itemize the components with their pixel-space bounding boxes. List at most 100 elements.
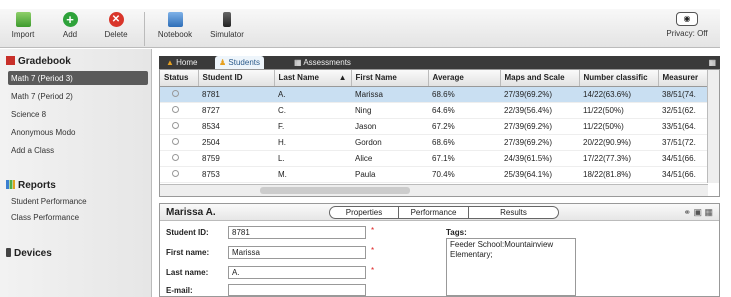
sidebar: Gradebook Math 7 (Period 3) Math 7 (Peri… xyxy=(0,49,152,297)
notebook-button[interactable]: Notebook xyxy=(153,12,197,39)
sidebar-item-math7-p2[interactable]: Math 7 (Period 2) xyxy=(11,92,73,101)
cell-number-classification: 17/22(77.3%) xyxy=(579,150,658,167)
sidebar-item-add-class[interactable]: Add a Class xyxy=(11,146,54,155)
sidebar-item-class-performance[interactable]: Class Performance xyxy=(11,213,79,222)
table-row[interactable]: 8534 F. Jason 67.2% 27/39(69.2%) 11/22(5… xyxy=(160,118,708,135)
gradebook-title: Gradebook xyxy=(18,56,71,67)
cell-last-name: F. xyxy=(274,118,351,135)
horizontal-scroll-thumb[interactable] xyxy=(260,187,410,194)
cell-measurement: 38/51(74. xyxy=(658,86,708,103)
col-maps-scale[interactable]: Maps and Scale xyxy=(500,70,580,87)
import-label: Import xyxy=(11,30,35,39)
eye-icon: ◉ xyxy=(676,12,698,26)
detail-student-name: Marissa A. xyxy=(166,207,216,218)
main-panel: ▲ Home ♟ Students ▦ Assessments ▦ Status xyxy=(159,49,720,297)
cell-student-id: 2504 xyxy=(198,134,274,151)
cell-first-name: Alice xyxy=(351,150,428,167)
main-toolbar: Import + Add ✕ Delete Notebook Simulator… xyxy=(0,9,720,48)
student-id-label: Student ID: xyxy=(166,228,209,237)
cell-last-name: L. xyxy=(274,150,351,167)
col-average[interactable]: Average xyxy=(428,70,501,87)
students-icon: ♟ xyxy=(219,58,227,67)
grid-view-icon[interactable]: ▦ xyxy=(708,58,716,67)
table-header-row: Status Student ID Last Name ▲ First Name… xyxy=(160,70,709,87)
tab-students[interactable]: ♟ Students xyxy=(215,56,264,69)
cell-maps-scale: 27/39(69.2%) xyxy=(500,86,579,103)
assessments-icon: ▦ xyxy=(294,58,302,67)
reports-section[interactable]: Reports xyxy=(6,180,56,191)
cell-number-classification: 11/22(50%) xyxy=(579,118,658,135)
table-row[interactable]: 8753 M. Paula 70.4% 25/39(64.1%) 18/22(8… xyxy=(160,166,708,183)
cell-average: 68.6% xyxy=(428,86,500,103)
delete-button[interactable]: ✕ Delete xyxy=(96,12,136,39)
tab-home[interactable]: ▲ Home xyxy=(162,56,202,69)
simulator-icon xyxy=(223,12,231,27)
table-row[interactable]: 8759 L. Alice 67.1% 24/39(61.5%) 17/22(7… xyxy=(160,150,708,167)
table-row[interactable]: 8727 C. Ning 64.6% 22/39(56.4%) 11/22(50… xyxy=(160,102,708,119)
notebook-icon xyxy=(167,12,183,27)
cell-first-name: Gordon xyxy=(351,134,428,151)
sidebar-item-science8[interactable]: Science 8 xyxy=(11,110,46,119)
simulator-button[interactable]: Simulator xyxy=(205,12,249,39)
cell-average: 70.4% xyxy=(428,166,500,183)
import-button[interactable]: Import xyxy=(3,12,43,39)
sidebar-item-student-performance[interactable]: Student Performance xyxy=(11,197,87,206)
tab-assessments[interactable]: ▦ Assessments xyxy=(290,56,355,69)
tab-results[interactable]: Results xyxy=(469,206,559,219)
cell-number-classification: 11/22(50%) xyxy=(579,102,658,119)
cell-average: 68.6% xyxy=(428,134,500,151)
tab-home-label: Home xyxy=(176,58,198,67)
tags-field[interactable]: Feeder School:Mountainview Elementary; xyxy=(446,238,576,296)
toolbar-divider xyxy=(144,12,145,46)
first-name-field[interactable]: Marissa xyxy=(228,246,366,259)
required-marker: * xyxy=(371,266,375,275)
add-label: Add xyxy=(62,30,78,39)
col-last-name[interactable]: Last Name ▲ xyxy=(274,70,352,87)
tab-students-label: Students xyxy=(228,58,260,67)
tab-bar: ▲ Home ♟ Students ▦ Assessments ▦ xyxy=(159,56,720,69)
last-name-field[interactable]: A. xyxy=(228,266,366,279)
cell-first-name: Paula xyxy=(351,166,428,183)
tab-performance[interactable]: Performance xyxy=(399,206,469,219)
cell-student-id: 8781 xyxy=(198,86,274,103)
cell-maps-scale: 22/39(56.4%) xyxy=(500,102,579,119)
bar-chart-icon xyxy=(6,180,15,189)
email-field[interactable] xyxy=(228,284,366,296)
cell-number-classification: 18/22(81.8%) xyxy=(579,166,658,183)
last-name-label: Last name: xyxy=(166,268,209,277)
sidebar-item-math7-p3[interactable]: Math 7 (Period 3) xyxy=(11,74,73,83)
table-horizontal-scrollbar[interactable] xyxy=(160,184,708,196)
col-student-id[interactable]: Student ID xyxy=(198,70,275,87)
cell-maps-scale: 27/39(69.2%) xyxy=(500,118,579,135)
cell-maps-scale: 25/39(64.1%) xyxy=(500,166,579,183)
tab-properties[interactable]: Properties xyxy=(329,206,399,219)
col-status[interactable]: Status xyxy=(160,70,199,87)
cell-last-name: A. xyxy=(274,86,351,103)
cell-measurement: 37/51(72. xyxy=(658,134,708,151)
col-measurement[interactable]: Measurer xyxy=(658,70,709,87)
detail-action-icons[interactable]: ⚭ ▣ ▦ xyxy=(683,207,713,218)
sidebar-item-anonymous-modo[interactable]: Anonymous Modo xyxy=(11,128,75,137)
privacy-button[interactable]: ◉ Privacy: Off xyxy=(660,12,714,38)
cell-measurement: 34/51(66. xyxy=(658,166,708,183)
sort-asc-icon: ▲ xyxy=(338,73,347,83)
col-number-classification[interactable]: Number classific xyxy=(579,70,659,87)
cell-last-name: C. xyxy=(274,102,351,119)
table-row[interactable]: 2504 H. Gordon 68.6% 27/39(69.2%) 20/22(… xyxy=(160,134,708,151)
table-vertical-scrollbar[interactable] xyxy=(707,70,719,183)
status-indicator xyxy=(172,121,179,129)
add-button[interactable]: + Add xyxy=(50,12,90,39)
student-id-field[interactable]: 8781 xyxy=(228,226,366,239)
required-marker: * xyxy=(371,226,375,235)
required-marker: * xyxy=(371,246,375,255)
table-row[interactable]: 8781 A. Marissa 68.6% 27/39(69.2%) 14/22… xyxy=(160,86,708,103)
devices-section[interactable]: Devices xyxy=(6,248,52,259)
gradebook-section[interactable]: Gradebook xyxy=(6,56,71,67)
col-first-name[interactable]: First Name xyxy=(351,70,429,87)
first-name-label: First name: xyxy=(166,248,210,257)
app-window: Import + Add ✕ Delete Notebook Simulator… xyxy=(0,0,731,297)
simulator-label: Simulator xyxy=(210,30,244,39)
email-label: E-mail: xyxy=(166,286,193,295)
cell-first-name: Jason xyxy=(351,118,428,135)
status-indicator xyxy=(172,89,179,97)
